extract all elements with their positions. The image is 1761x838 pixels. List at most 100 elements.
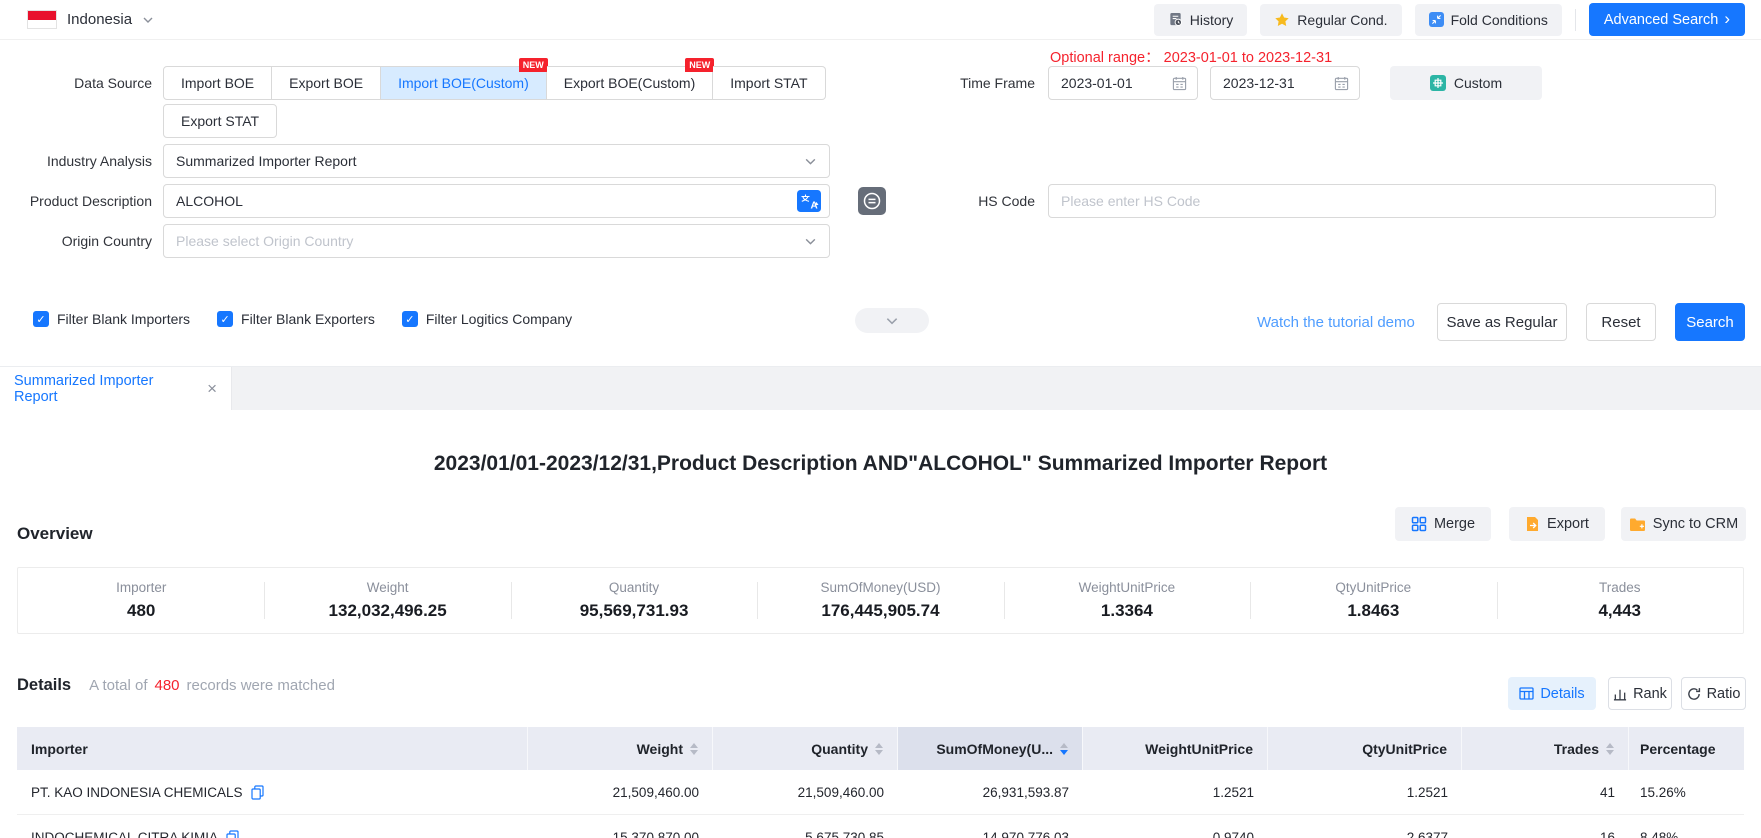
close-icon[interactable]: × [207,380,217,397]
checkbox-checked-icon [33,311,49,327]
trades-cell: 41 [1462,785,1629,800]
export-label: Export [1547,516,1589,532]
sort-icon[interactable] [690,743,698,755]
sync-to-crm-button[interactable]: Sync to CRM [1621,507,1746,541]
start-date-input[interactable]: 2023-01-01 [1048,66,1198,100]
regular-cond-button[interactable]: Regular Cond. [1260,4,1401,36]
importer-name-link[interactable]: INDOCHEMICAL CITRA KIMIA [31,830,218,838]
data-source-import-boe-custom[interactable]: Import BOE(Custom) NEW [381,66,547,100]
data-source-export-boe[interactable]: Export BOE [272,66,381,100]
star-icon [1274,12,1290,28]
filter-logitics-company-checkbox[interactable]: Filter Logitics Company [402,311,572,327]
column-label: Weight [637,741,683,757]
sort-icon[interactable] [875,743,883,755]
data-source-option-label: Export BOE [289,75,363,91]
indonesia-flag-icon [27,10,57,29]
column-header-weight-unit-price: WeightUnitPrice [1083,727,1268,770]
stat-value: 480 [127,601,155,621]
column-header-weight[interactable]: Weight [528,727,713,770]
tab-summarized-importer-report[interactable]: Summarized Importer Report × [0,367,232,410]
view-details-button[interactable]: Details [1508,677,1596,710]
sort-icon[interactable] [1606,743,1614,755]
stat-value: 1.8463 [1347,601,1399,621]
column-label: QtyUnitPrice [1362,741,1447,757]
view-details-label: Details [1540,686,1584,702]
hs-code-input[interactable] [1049,193,1707,209]
column-header-trades[interactable]: Trades [1462,727,1629,770]
table-header: Importer Weight Quantity SumOfMoney(U...… [17,727,1744,770]
stat-label: SumOfMoney(USD) [820,580,940,595]
country-selector[interactable]: Indonesia [27,10,154,29]
sort-icon-active-desc[interactable] [1060,743,1068,755]
origin-country-select[interactable]: Please select Origin Country [163,224,830,258]
weight-unit-price-cell: 0.9740 [1083,830,1268,838]
chevron-down-icon [885,314,899,328]
time-frame-label: Time Frame [883,66,1035,100]
column-header-quantity[interactable]: Quantity [713,727,898,770]
stat-value: 132,032,496.25 [329,601,447,621]
merge-icon [1411,516,1427,532]
importer-name-link[interactable]: PT. KAO INDONESIA CHEMICALS [31,785,243,800]
data-source-export-boe-custom[interactable]: Export BOE(Custom) NEW [547,66,713,100]
details-heading: Details [17,676,71,695]
thesaurus-icon[interactable] [858,187,886,215]
table-row: INDOCHEMICAL CITRA KIMIA 15,370,870.00 5… [17,815,1744,838]
topbar-actions: History Regular Cond. Fold Conditions Ad… [1154,3,1761,36]
filter-blank-exporters-checkbox[interactable]: Filter Blank Exporters [217,311,375,327]
collapse-conditions-button[interactable] [855,308,929,333]
chevron-down-icon [804,235,817,248]
top-bar: Indonesia History Regular Cond. [0,0,1761,40]
custom-range-button[interactable]: Custom [1390,66,1542,100]
overview-stats-bar: Importer 480 Weight 132,032,496.25 Quant… [17,567,1744,634]
chevron-down-icon [142,14,154,26]
tutorial-demo-link[interactable]: Watch the tutorial demo [1257,303,1415,341]
export-button[interactable]: Export [1509,507,1605,541]
data-source-option-label: Import BOE(Custom) [398,75,529,91]
fold-conditions-button[interactable]: Fold Conditions [1415,4,1562,36]
advanced-search-button[interactable]: Advanced Search › [1589,3,1745,36]
tab-title: Summarized Importer Report [14,373,195,405]
product-description-input[interactable] [164,193,797,209]
data-source-import-stat[interactable]: Import STAT [713,66,825,100]
history-button[interactable]: History [1154,4,1248,36]
chevron-down-icon [804,155,817,168]
data-source-import-boe[interactable]: Import BOE [163,66,272,100]
data-source-export-stat[interactable]: Export STAT [163,104,277,138]
optional-range-note: Optional range： 2023-01-01 to 2023-12-31 [1050,46,1332,67]
reset-button[interactable]: Reset [1586,303,1656,341]
start-date-value: 2023-01-01 [1061,75,1133,91]
stat-trades: Trades 4,443 [1497,568,1743,633]
save-as-regular-button[interactable]: Save as Regular [1437,303,1567,341]
checkbox-label: Filter Blank Importers [57,311,190,327]
view-ratio-button[interactable]: Ratio [1681,677,1746,710]
qty-unit-price-cell: 2.6377 [1268,830,1462,838]
stat-sum-of-money: SumOfMoney(USD) 176,445,905.74 [757,568,1003,633]
custom-label: Custom [1454,75,1502,91]
trades-cell: 16 [1462,830,1629,838]
new-badge: NEW [519,58,548,72]
stat-qty-unit-price: QtyUnitPrice 1.8463 [1250,568,1496,633]
column-header-sum-of-money[interactable]: SumOfMoney(U... [898,727,1083,770]
copy-icon[interactable] [226,830,239,838]
column-label: Percentage [1640,741,1715,757]
stat-label: Trades [1599,580,1641,595]
calendar-icon [1334,76,1349,91]
data-source-group: Import BOE Export BOE Import BOE(Custom)… [163,66,826,100]
stat-label: QtyUnitPrice [1335,580,1411,595]
end-date-input[interactable]: 2023-12-31 [1210,66,1360,100]
copy-icon[interactable] [251,785,264,800]
industry-analysis-select[interactable]: Summarized Importer Report [163,144,830,178]
stat-importer: Importer 480 [18,568,264,633]
search-button[interactable]: Search [1675,303,1745,341]
filter-blank-importers-checkbox[interactable]: Filter Blank Importers [33,311,190,327]
merge-button[interactable]: Merge [1395,507,1491,541]
view-rank-button[interactable]: Rank [1608,677,1672,710]
column-header-qty-unit-price: QtyUnitPrice [1268,727,1462,770]
translate-icon[interactable]: A [797,190,821,212]
history-label: History [1190,12,1234,28]
stat-value: 4,443 [1598,601,1641,621]
filter-checkbox-row: Filter Blank Importers Filter Blank Expo… [33,311,572,327]
end-date-value: 2023-12-31 [1223,75,1295,91]
view-ratio-label: Ratio [1707,686,1741,702]
table-view-icon [1519,686,1534,701]
